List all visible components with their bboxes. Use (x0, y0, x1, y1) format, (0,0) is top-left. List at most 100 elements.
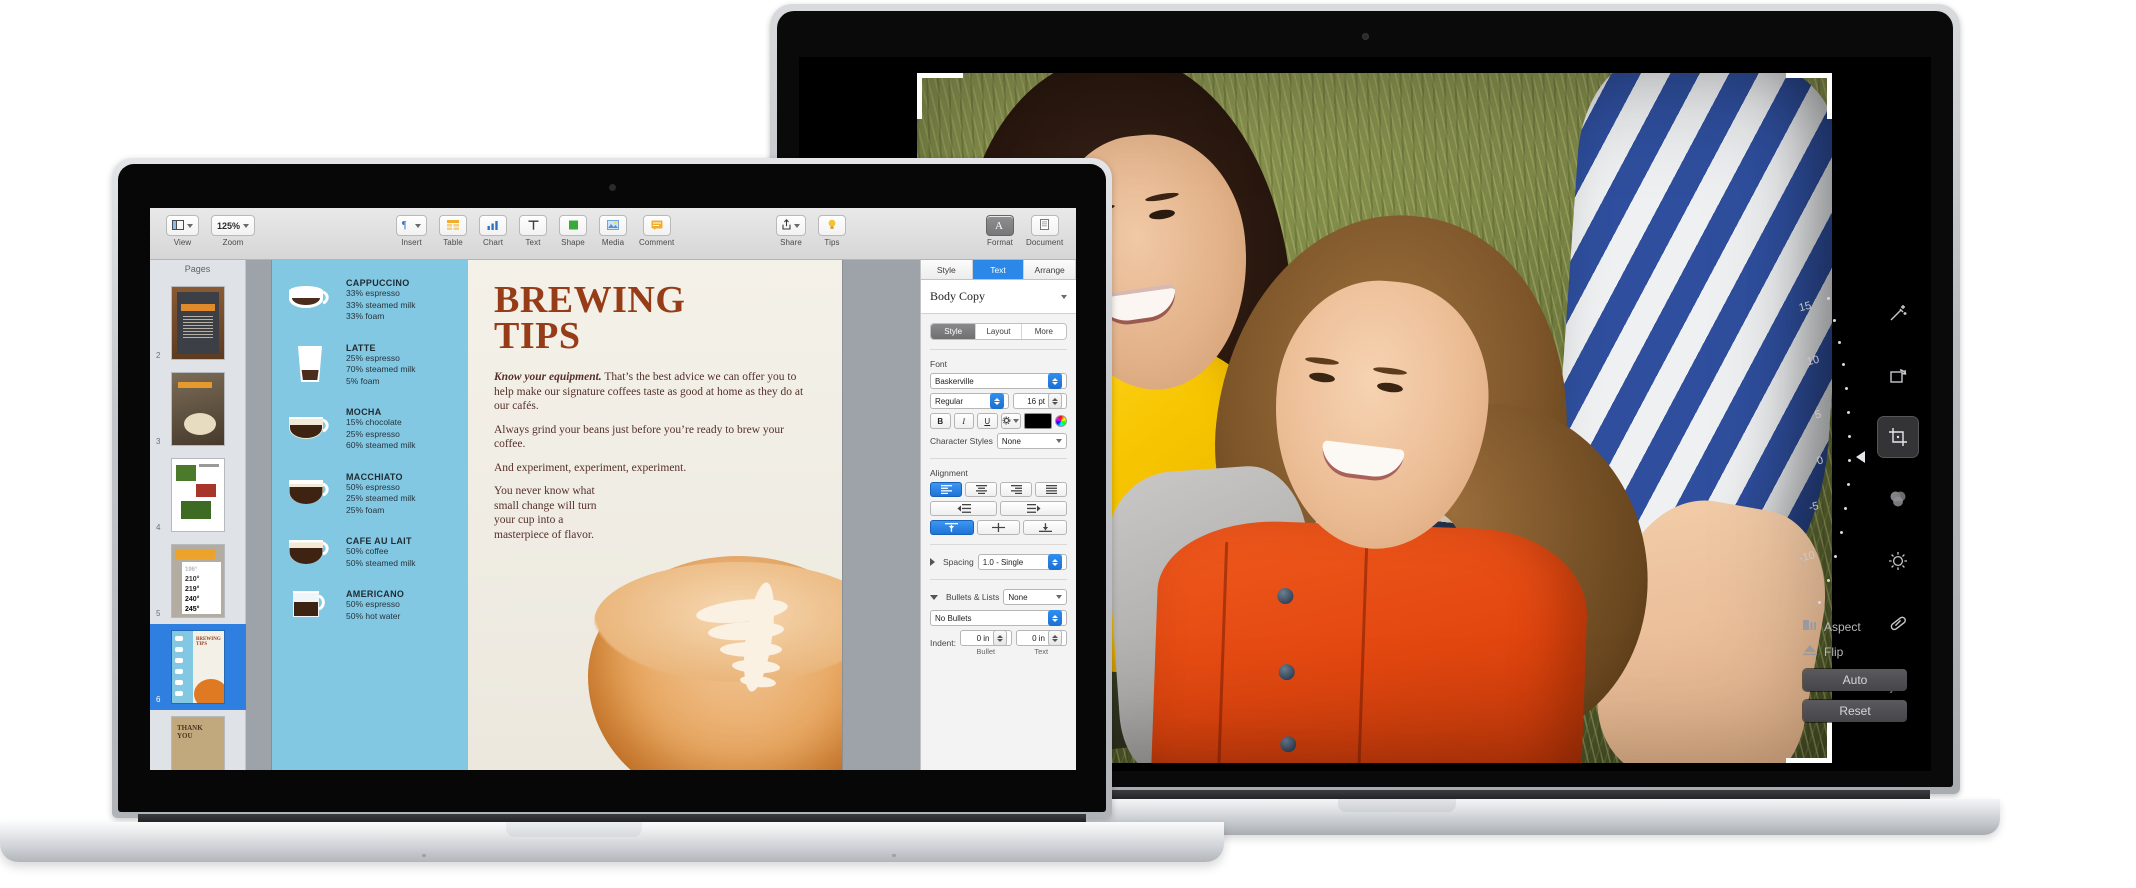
thumbnail-preview: THANK YOU (172, 717, 224, 770)
shape-button[interactable]: Shape (559, 215, 587, 247)
page-thumbnail[interactable]: THANKYOU 7 (150, 710, 246, 770)
insert-button[interactable]: ¶ Insert (396, 215, 427, 247)
font-size-field[interactable]: 16 pt (1013, 393, 1067, 409)
tips-button[interactable]: Tips (818, 215, 846, 247)
disclosure-triangle-icon[interactable] (930, 594, 938, 600)
crop-handle-top-left[interactable] (917, 73, 963, 78)
rotate-icon[interactable] (1878, 355, 1918, 395)
color-wheel-icon[interactable] (1055, 415, 1067, 427)
flip-control[interactable]: Flip (1803, 644, 1921, 659)
reset-button[interactable]: Reset (1803, 700, 1907, 722)
auto-button[interactable]: Auto (1803, 669, 1907, 691)
recipe-line: 33% steamed milk (346, 299, 416, 310)
tab-text[interactable]: Text (972, 260, 1025, 279)
stepper-icon[interactable] (992, 630, 1007, 646)
alignment-label: Alignment (930, 468, 968, 478)
character-styles-select[interactable]: None (996, 433, 1067, 449)
article-column: BREWING TIPS Know your equipment. That’s… (468, 260, 842, 770)
stepper-icon[interactable] (1048, 373, 1062, 389)
table-button[interactable]: Table (439, 215, 467, 247)
align-right-button[interactable] (1000, 482, 1032, 497)
zoom-button[interactable]: 125% Zoom (211, 215, 256, 247)
align-top-button[interactable] (930, 520, 974, 535)
crop-handle-top-right[interactable] (1786, 73, 1832, 78)
crop-icon[interactable] (1878, 417, 1918, 457)
adjust-icon[interactable] (1878, 541, 1918, 581)
dial-label: 5 (1813, 408, 1823, 422)
page-thumbnail[interactable]: 196° 210° 219° 240° 245° 5 (150, 538, 246, 624)
font-weight-select[interactable]: Regular (930, 393, 1009, 409)
segment-style[interactable]: Style (931, 324, 977, 339)
page-thumbnail[interactable]: 4 (150, 452, 246, 538)
crop-handle-top-left[interactable] (917, 73, 922, 119)
stepper-icon[interactable] (1048, 610, 1062, 626)
font-family-value: Baskerville (935, 376, 974, 386)
italic-button[interactable]: I (953, 413, 974, 429)
align-bottom-button[interactable] (1023, 520, 1068, 535)
comment-button[interactable]: Comment (639, 215, 674, 247)
filters-icon[interactable] (1878, 479, 1918, 519)
enhance-icon[interactable] (1878, 293, 1918, 333)
rotation-dial-pointer (1856, 451, 1865, 463)
indent-bullet-field[interactable]: 0 in (960, 630, 1012, 646)
page-thumbnail[interactable]: 3 (150, 366, 246, 452)
font-weight-size-row: Regular 16 pt (930, 393, 1067, 409)
stepper-icon[interactable] (1048, 393, 1062, 409)
chevron-down-icon (1061, 294, 1067, 299)
toolbar-insert-group: ¶ Insert Table Chart Text Shape Media Co… (390, 215, 680, 247)
tab-style[interactable]: Style (921, 260, 973, 279)
flip-icon (1803, 644, 1817, 659)
text-color-swatch[interactable] (1024, 413, 1052, 429)
decrease-indent-button[interactable] (930, 501, 997, 516)
increase-indent-button[interactable] (1000, 501, 1067, 516)
recipe-line: 25% espresso (346, 352, 400, 363)
chart-button[interactable]: Chart (479, 215, 507, 247)
spacing-select[interactable]: 1.0 - Single (977, 554, 1067, 570)
document-canvas[interactable]: CAPPUCCINO 33% espresso 33% steamed milk… (246, 260, 920, 770)
stepper-icon[interactable] (1048, 630, 1062, 646)
zoom-label: Zoom (222, 238, 244, 247)
format-button[interactable]: A Format (986, 215, 1014, 247)
chevron-down-icon (1056, 439, 1062, 443)
underline-button[interactable]: U (977, 413, 998, 429)
bold-button[interactable]: B (930, 413, 951, 429)
document-page[interactable]: CAPPUCCINO 33% espresso 33% steamed milk… (272, 260, 842, 770)
cafeaulait-cup-icon (284, 534, 336, 569)
page-thumbnail-list[interactable]: 2 3 4 196° 210° 219° 240° 245° 5 BREWING… (150, 280, 246, 770)
article-paragraph: Always grind your beans just before you’… (494, 423, 784, 451)
document-button[interactable]: Document (1026, 215, 1063, 247)
segment-more[interactable]: More (1022, 324, 1066, 339)
view-button[interactable]: View (166, 215, 199, 247)
disclosure-triangle-icon[interactable] (930, 558, 935, 566)
segment-layout[interactable]: Layout (976, 324, 1022, 339)
text-button[interactable]: Text (519, 215, 547, 247)
share-button[interactable]: Share (776, 215, 806, 247)
recipe-line: 60% steamed milk (346, 440, 416, 450)
recipes-column: CAPPUCCINO 33% espresso 33% steamed milk… (272, 260, 468, 770)
align-justify-button[interactable] (1035, 482, 1067, 497)
crop-handle-bottom-right[interactable] (1786, 758, 1832, 763)
align-left-button[interactable] (930, 482, 962, 497)
comment-label: Comment (639, 238, 675, 247)
stepper-icon[interactable] (1048, 554, 1062, 570)
bullets-select[interactable]: None (1003, 589, 1067, 605)
indent-text-field[interactable]: 0 in (1015, 630, 1067, 646)
page-thumbnail[interactable]: 2 (150, 280, 246, 366)
tab-arrange[interactable]: Arrange (1024, 260, 1076, 279)
dial-label: 0 (1815, 454, 1825, 468)
align-middle-button[interactable] (976, 520, 1021, 535)
rotation-dial[interactable]: 15 10 5 0 -5 -10 (1797, 293, 1865, 623)
paragraph-style-selector[interactable]: Body Copy (921, 280, 1076, 314)
text-options-button[interactable] (1000, 413, 1021, 429)
stepper-icon[interactable] (990, 393, 1004, 409)
page-thumbnail-selected[interactable]: BREWING TIPS 6 (150, 624, 246, 710)
bullet-type-select[interactable]: No Bullets (930, 610, 1067, 626)
article-body[interactable]: Know your equipment. That’s the best adv… (494, 370, 816, 542)
align-center-button[interactable] (965, 482, 997, 497)
recipe-line: 50% coffee (346, 546, 389, 556)
media-button[interactable]: Media (599, 215, 627, 247)
aspect-control[interactable]: Aspect (1803, 619, 1921, 634)
crop-handle-top-right[interactable] (1827, 73, 1832, 119)
pages-app-window: View 125% Zoom ¶ Insert Table Chart Text… (150, 208, 1076, 770)
font-family-select[interactable]: Baskerville (930, 373, 1067, 389)
